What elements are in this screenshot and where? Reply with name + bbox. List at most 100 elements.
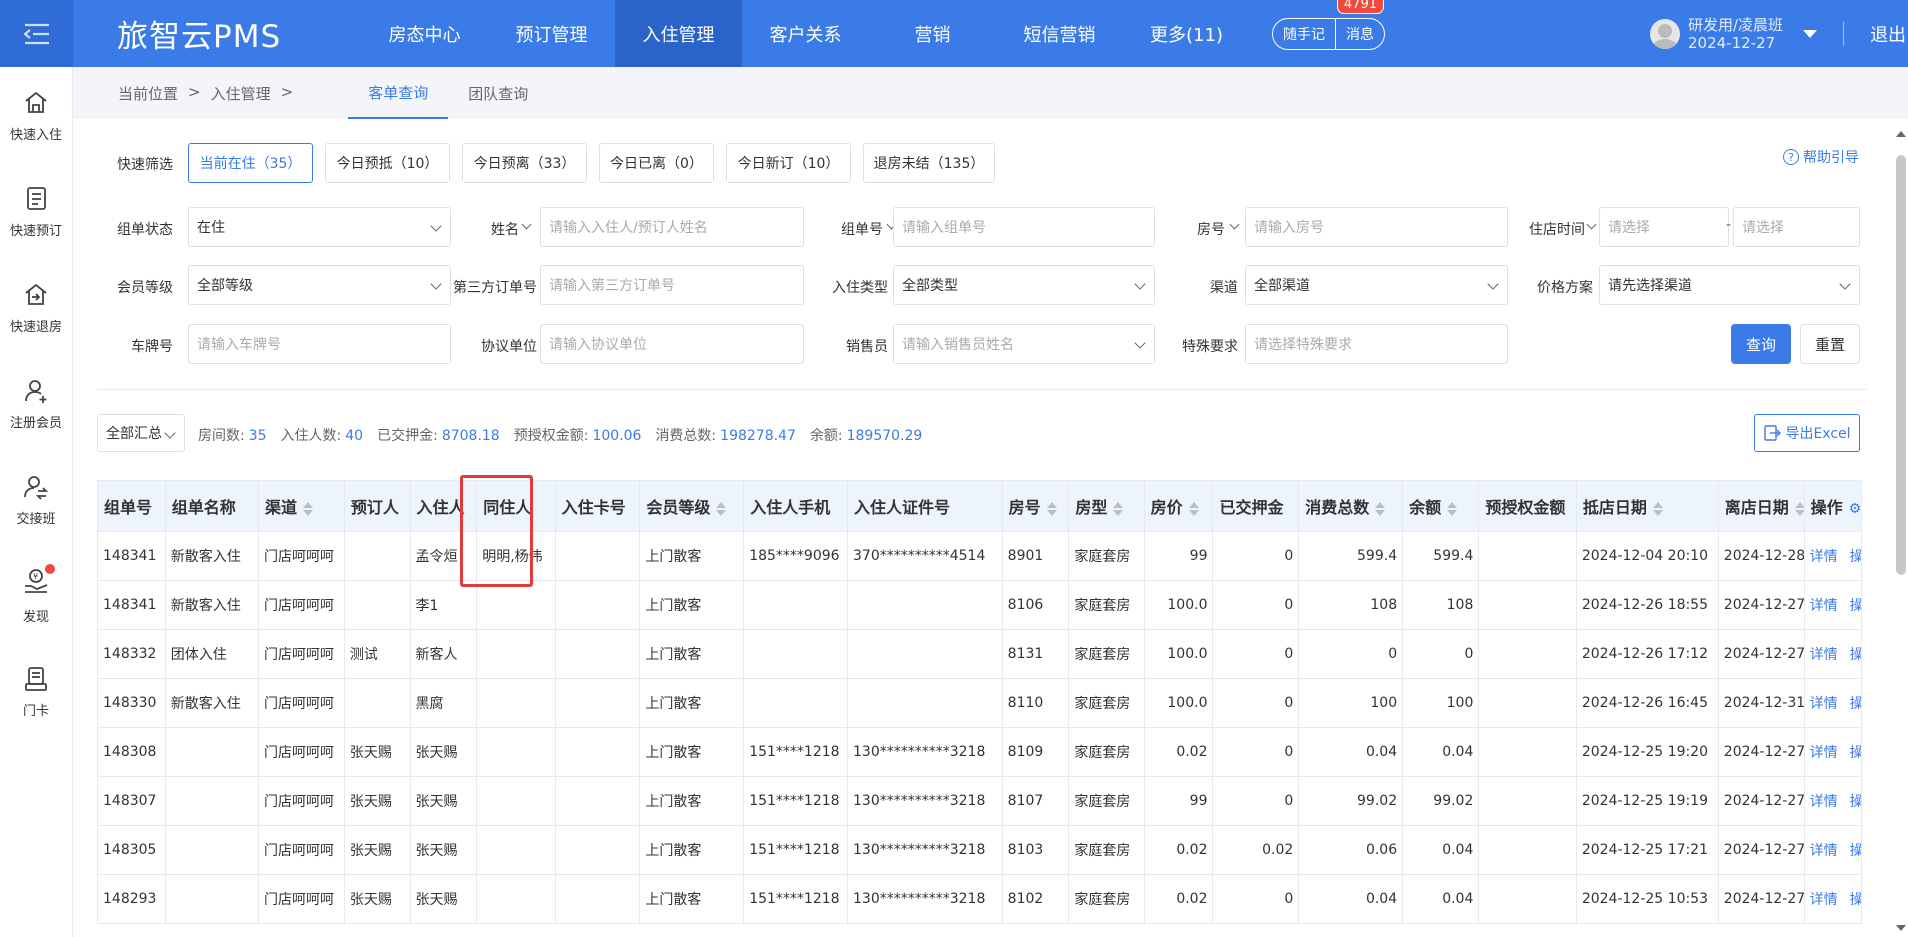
column-header[interactable]: 渠道: [258, 480, 345, 532]
scroll-thumb[interactable]: [1896, 155, 1906, 575]
summary-scope-select[interactable]: 全部汇总: [97, 414, 185, 452]
sort-icon[interactable]: [1447, 501, 1458, 516]
special-select[interactable]: 请选择特殊要求: [1245, 324, 1508, 364]
table-row[interactable]: 148293 门店呵呵呵 张天赐 张天赐 上门散客 151****1218 130*****…: [97, 874, 1863, 924]
sales-input[interactable]: 请输入销售员姓名: [893, 324, 1155, 364]
reset-button[interactable]: 重置: [1800, 324, 1860, 364]
chevron-down-icon[interactable]: [521, 219, 532, 230]
chevron-down-icon[interactable]: [1803, 29, 1818, 38]
nav-reservations[interactable]: 预订管理: [488, 0, 615, 67]
sort-icon[interactable]: [1375, 501, 1386, 516]
detail-link[interactable]: 详情: [1810, 794, 1838, 810]
nav-marketing[interactable]: 营销: [869, 0, 996, 67]
price-plan-select[interactable]: 请先选择渠道: [1599, 265, 1860, 305]
column-header[interactable]: 房型: [1068, 480, 1145, 532]
sidebar-item-handover[interactable]: 交接班: [0, 451, 72, 547]
table-row[interactable]: 148330 新散客入住 门店呵呵呵 黑腐 上门散客 8110 家庭套房 100.0 0 100 1…: [97, 678, 1863, 728]
sidebar-item-door-card[interactable]: 门卡: [0, 643, 72, 739]
sidebar-item-quick-checkout[interactable]: 快速退房: [0, 259, 72, 355]
operate-link[interactable]: 操作: [1850, 745, 1861, 761]
sort-icon[interactable]: [303, 501, 314, 516]
search-button[interactable]: 查询: [1731, 324, 1791, 364]
detail-link[interactable]: 详情: [1810, 892, 1838, 908]
table-row[interactable]: 148308 门店呵呵呵 张天赐 张天赐 上门散客 151****1218 130*****…: [97, 727, 1863, 777]
member-level-select[interactable]: 全部等级: [188, 265, 451, 305]
menu-toggle-button[interactable]: [0, 0, 73, 67]
chevron-down-icon[interactable]: [1229, 219, 1240, 230]
group-no-input[interactable]: 请输入组单号: [893, 207, 1155, 247]
sort-icon[interactable]: [1794, 501, 1804, 516]
tab-guest-query[interactable]: 客单查询: [348, 67, 449, 119]
detail-link[interactable]: 详情: [1810, 843, 1838, 859]
quick-filter-departed-today[interactable]: 今日已离（0）: [599, 143, 714, 183]
column-header[interactable]: 房号: [1001, 480, 1070, 532]
quick-filter-in-house[interactable]: 当前在住（35）: [188, 143, 313, 183]
room-no-input[interactable]: 请输入房号: [1245, 207, 1508, 247]
scroll-up-icon[interactable]: [1896, 131, 1906, 137]
name-input[interactable]: 请输入入住人/预订人姓名: [540, 207, 804, 247]
sort-icon[interactable]: [1046, 501, 1057, 516]
operate-link[interactable]: 操作: [1850, 647, 1861, 663]
column-header[interactable]: 消费总数: [1298, 480, 1404, 532]
detail-link[interactable]: 详情: [1810, 647, 1838, 663]
export-excel-button[interactable]: 导出Excel: [1754, 414, 1860, 452]
detail-link[interactable]: 详情: [1810, 549, 1838, 565]
operate-link[interactable]: 操作: [1850, 794, 1861, 810]
quick-filter-new-today[interactable]: 今日新订（10）: [726, 143, 851, 183]
sidebar-item-discover[interactable]: ¥ 发现: [0, 547, 72, 643]
sort-icon[interactable]: [1188, 501, 1199, 516]
column-header[interactable]: 离店日期: [1717, 480, 1805, 532]
operate-link[interactable]: 操作: [1850, 549, 1861, 565]
messages-button[interactable]: 消息: [1335, 18, 1384, 49]
plate-input[interactable]: 请输入车牌号: [188, 324, 451, 364]
tab-group-query[interactable]: 团队查询: [448, 67, 548, 119]
sidebar-item-quick-checkin[interactable]: 快速入住: [0, 67, 72, 163]
detail-link[interactable]: 详情: [1810, 696, 1838, 712]
table-row[interactable]: 148341 新散客入住 门店呵呵呵 孟令烜 明明,杨伟 上门散客 185****9096 3…: [97, 531, 1863, 581]
logout-button[interactable]: 退出: [1870, 21, 1906, 47]
nav-sms-marketing[interactable]: 短信营销: [996, 0, 1123, 67]
nav-checkin[interactable]: 入住管理: [615, 0, 742, 67]
operate-link[interactable]: 操作: [1850, 696, 1861, 712]
vertical-scrollbar[interactable]: [1893, 119, 1908, 937]
operate-link[interactable]: 操作: [1850, 892, 1861, 908]
gear-icon[interactable]: ⚙: [1849, 501, 1861, 517]
scroll-down-icon[interactable]: [1896, 925, 1906, 931]
table-cell: 2024-12-25 10:53: [1575, 874, 1719, 924]
third-order-input[interactable]: 请输入第三方订单号: [540, 265, 804, 305]
stay-time-to-input[interactable]: 请选择: [1733, 207, 1860, 247]
operate-link[interactable]: 操作: [1850, 843, 1861, 859]
help-guide-link[interactable]: ? 帮助引导: [1783, 147, 1859, 167]
nav-customers[interactable]: 客户关系: [742, 0, 869, 67]
table-row[interactable]: 148305 门店呵呵呵 张天赐 张天赐 上门散客 151****1218 130*****…: [97, 825, 1863, 875]
nav-room-status[interactable]: 房态中心: [361, 0, 488, 67]
table-cell: 148307: [97, 776, 166, 826]
table-row[interactable]: 148341 新散客入住 门店呵呵呵 李1 上门散客 8106 家庭套房 100.0 0 108 1…: [97, 580, 1863, 630]
checkin-type-select[interactable]: 全部类型: [893, 265, 1155, 305]
notes-button[interactable]: 随手记: [1273, 19, 1335, 49]
operate-link[interactable]: 操作: [1850, 598, 1861, 614]
stay-time-from-input[interactable]: 请选择: [1599, 207, 1729, 247]
agreement-input[interactable]: 请输入协议单位: [540, 324, 804, 364]
chevron-down-icon[interactable]: [1586, 219, 1597, 230]
column-header[interactable]: 房价: [1143, 480, 1214, 532]
detail-link[interactable]: 详情: [1810, 745, 1838, 761]
sidebar-item-register-member[interactable]: 注册会员: [0, 355, 72, 451]
table-row[interactable]: 148332 团体入住 门店呵呵呵 测试 新客人 上门散客 8131 家庭套房 100.0 0 0 0…: [97, 629, 1863, 679]
table-row[interactable]: 148307 门店呵呵呵 张天赐 张天赐 上门散客 151****1218 130*****…: [97, 776, 1863, 826]
sort-icon[interactable]: [716, 501, 727, 516]
nav-more[interactable]: 更多(11): [1123, 0, 1250, 67]
sidebar-item-quick-booking[interactable]: 快速预订: [0, 163, 72, 259]
column-header[interactable]: 余额: [1402, 480, 1480, 532]
sort-icon[interactable]: [1652, 501, 1663, 516]
user-menu[interactable]: 研发用/凌晨班 2024-12-27: [1650, 16, 1818, 52]
column-header[interactable]: 抵店日期: [1575, 480, 1719, 532]
quick-filter-unsettled[interactable]: 退房未结（135）: [863, 143, 995, 183]
column-header[interactable]: 会员等级: [639, 480, 745, 532]
detail-link[interactable]: 详情: [1810, 598, 1838, 614]
quick-filter-arrive-today[interactable]: 今日预抵（10）: [325, 143, 450, 183]
group-status-select[interactable]: 在住: [188, 207, 451, 247]
channel-select[interactable]: 全部渠道: [1245, 265, 1508, 305]
quick-filter-depart-today[interactable]: 今日预离（33）: [462, 143, 587, 183]
sort-icon[interactable]: [1113, 501, 1124, 516]
